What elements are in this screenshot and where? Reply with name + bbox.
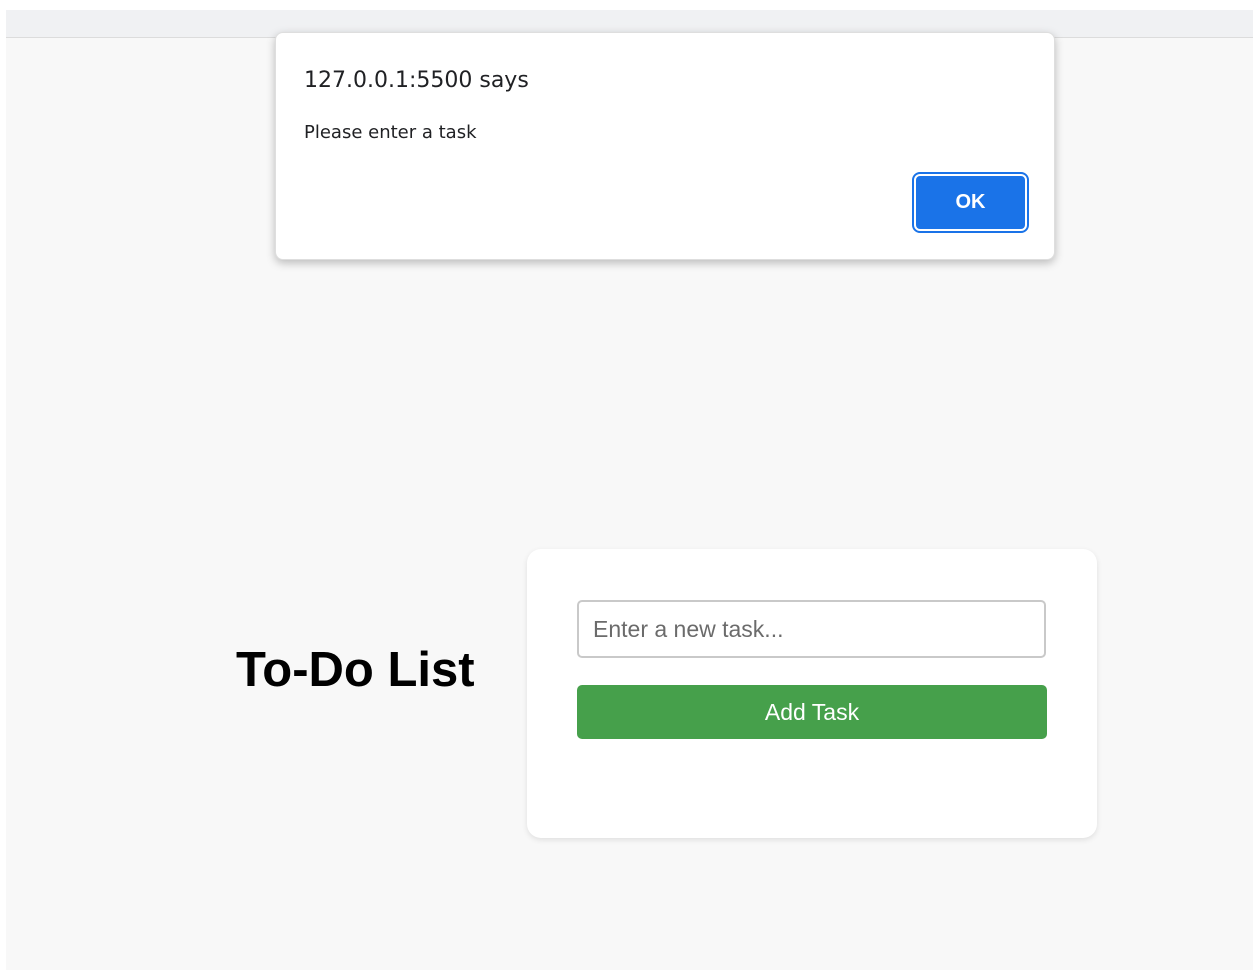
alert-dialog: 127.0.0.1:5500 says Please enter a task … — [275, 32, 1055, 260]
alert-message: Please enter a task — [304, 122, 477, 143]
ok-button[interactable]: OK — [912, 172, 1029, 233]
page-title: To-Do List — [236, 643, 475, 697]
alert-origin-text: 127.0.0.1:5500 says — [304, 68, 529, 93]
todo-card: Add Task — [527, 549, 1097, 838]
add-task-button[interactable]: Add Task — [577, 685, 1047, 739]
task-input[interactable] — [577, 600, 1046, 658]
